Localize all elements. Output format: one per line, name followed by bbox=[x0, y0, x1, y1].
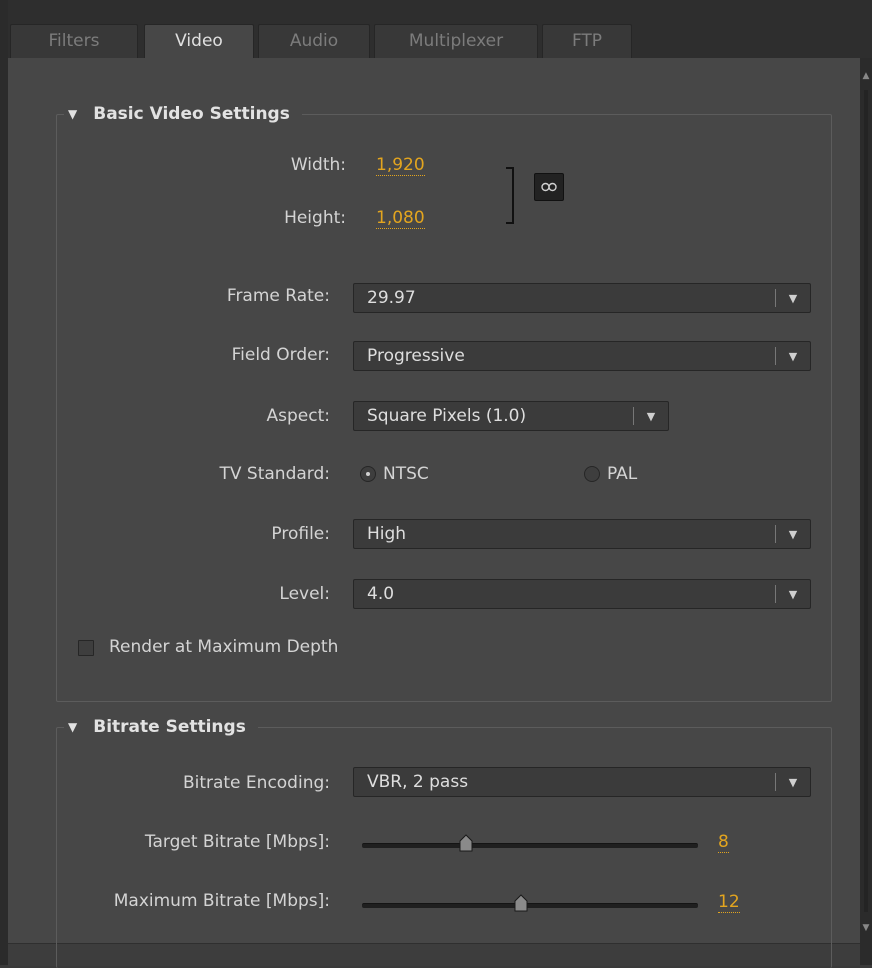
bitrate-settings-title: Bitrate Settings bbox=[93, 717, 246, 737]
profile-label: Profile: bbox=[271, 524, 330, 544]
tab-video[interactable]: Video bbox=[144, 24, 254, 59]
profile-value: High bbox=[367, 524, 407, 544]
target-bitrate-value[interactable]: 8 bbox=[718, 833, 729, 853]
frame-rate-dropdown[interactable]: 29.97 ▼ bbox=[353, 283, 811, 313]
scroll-up-icon[interactable]: ▲ bbox=[860, 66, 872, 86]
chevron-down-icon[interactable]: ▼ bbox=[776, 292, 810, 305]
max-bitrate-slider[interactable] bbox=[362, 903, 698, 908]
field-order-dropdown[interactable]: Progressive ▼ bbox=[353, 341, 811, 371]
bitrate-encoding-value: VBR, 2 pass bbox=[367, 772, 469, 792]
basic-video-settings-title: Basic Video Settings bbox=[93, 104, 290, 124]
height-label: Height: bbox=[284, 208, 346, 228]
frame-rate-label: Frame Rate: bbox=[226, 286, 330, 306]
tab-filters[interactable]: Filters bbox=[10, 24, 138, 58]
chevron-down-icon[interactable]: ▼ bbox=[776, 776, 810, 789]
aspect-link-bracket bbox=[506, 167, 514, 224]
width-value[interactable]: 1,920 bbox=[376, 156, 425, 176]
field-order-label: Field Order: bbox=[231, 345, 330, 365]
tv-ntsc-radio[interactable] bbox=[360, 466, 376, 482]
render-max-depth-checkbox[interactable] bbox=[78, 640, 94, 656]
collapse-triangle-icon[interactable]: ▼ bbox=[68, 720, 77, 734]
width-label: Width: bbox=[290, 155, 346, 175]
target-bitrate-slider-thumb[interactable] bbox=[459, 834, 473, 852]
window-edge bbox=[0, 0, 8, 965]
profile-dropdown[interactable]: High ▼ bbox=[353, 519, 811, 549]
chain-link-icon bbox=[541, 182, 557, 192]
chevron-down-icon[interactable]: ▼ bbox=[776, 528, 810, 541]
chevron-down-icon[interactable]: ▼ bbox=[776, 588, 810, 601]
bitrate-settings-header[interactable]: ▼ Bitrate Settings bbox=[64, 715, 258, 739]
tab-ftp[interactable]: FTP bbox=[542, 24, 632, 58]
max-bitrate-label: Maximum Bitrate [Mbps]: bbox=[113, 891, 330, 911]
collapse-triangle-icon[interactable]: ▼ bbox=[68, 107, 77, 121]
level-value: 4.0 bbox=[367, 584, 395, 604]
chevron-down-icon[interactable]: ▼ bbox=[776, 350, 810, 363]
aspect-label: Aspect: bbox=[266, 406, 330, 426]
frame-rate-value: 29.97 bbox=[367, 288, 416, 308]
scrollbar-track[interactable] bbox=[864, 90, 868, 912]
chevron-down-icon[interactable]: ▼ bbox=[634, 410, 668, 423]
bitrate-encoding-label: Bitrate Encoding: bbox=[182, 773, 330, 793]
level-label: Level: bbox=[279, 584, 330, 604]
constrain-proportions-button[interactable] bbox=[534, 173, 564, 201]
aspect-dropdown[interactable]: Square Pixels (1.0) ▼ bbox=[353, 401, 669, 431]
tv-pal-label[interactable]: PAL bbox=[607, 464, 637, 484]
render-max-depth-label[interactable]: Render at Maximum Depth bbox=[109, 637, 338, 657]
scroll-down-icon[interactable]: ▼ bbox=[860, 918, 872, 938]
max-bitrate-slider-thumb[interactable] bbox=[514, 894, 528, 912]
field-order-value: Progressive bbox=[367, 346, 465, 366]
tab-multiplexer[interactable]: Multiplexer bbox=[374, 24, 538, 58]
tv-pal-radio[interactable] bbox=[584, 466, 600, 482]
basic-video-settings-header[interactable]: ▼ Basic Video Settings bbox=[64, 102, 302, 126]
target-bitrate-label: Target Bitrate [Mbps]: bbox=[144, 832, 330, 852]
target-bitrate-slider[interactable] bbox=[362, 843, 698, 848]
tab-bar: Filters Video Audio Multiplexer FTP bbox=[8, 0, 872, 59]
level-dropdown[interactable]: 4.0 ▼ bbox=[353, 579, 811, 609]
tab-audio[interactable]: Audio bbox=[258, 24, 370, 58]
height-value[interactable]: 1,080 bbox=[376, 209, 425, 229]
bitrate-encoding-dropdown[interactable]: VBR, 2 pass ▼ bbox=[353, 767, 811, 797]
tv-ntsc-label[interactable]: NTSC bbox=[383, 464, 429, 484]
tv-standard-label: TV Standard: bbox=[219, 464, 330, 484]
aspect-value: Square Pixels (1.0) bbox=[367, 406, 527, 426]
max-bitrate-value[interactable]: 12 bbox=[718, 893, 740, 913]
